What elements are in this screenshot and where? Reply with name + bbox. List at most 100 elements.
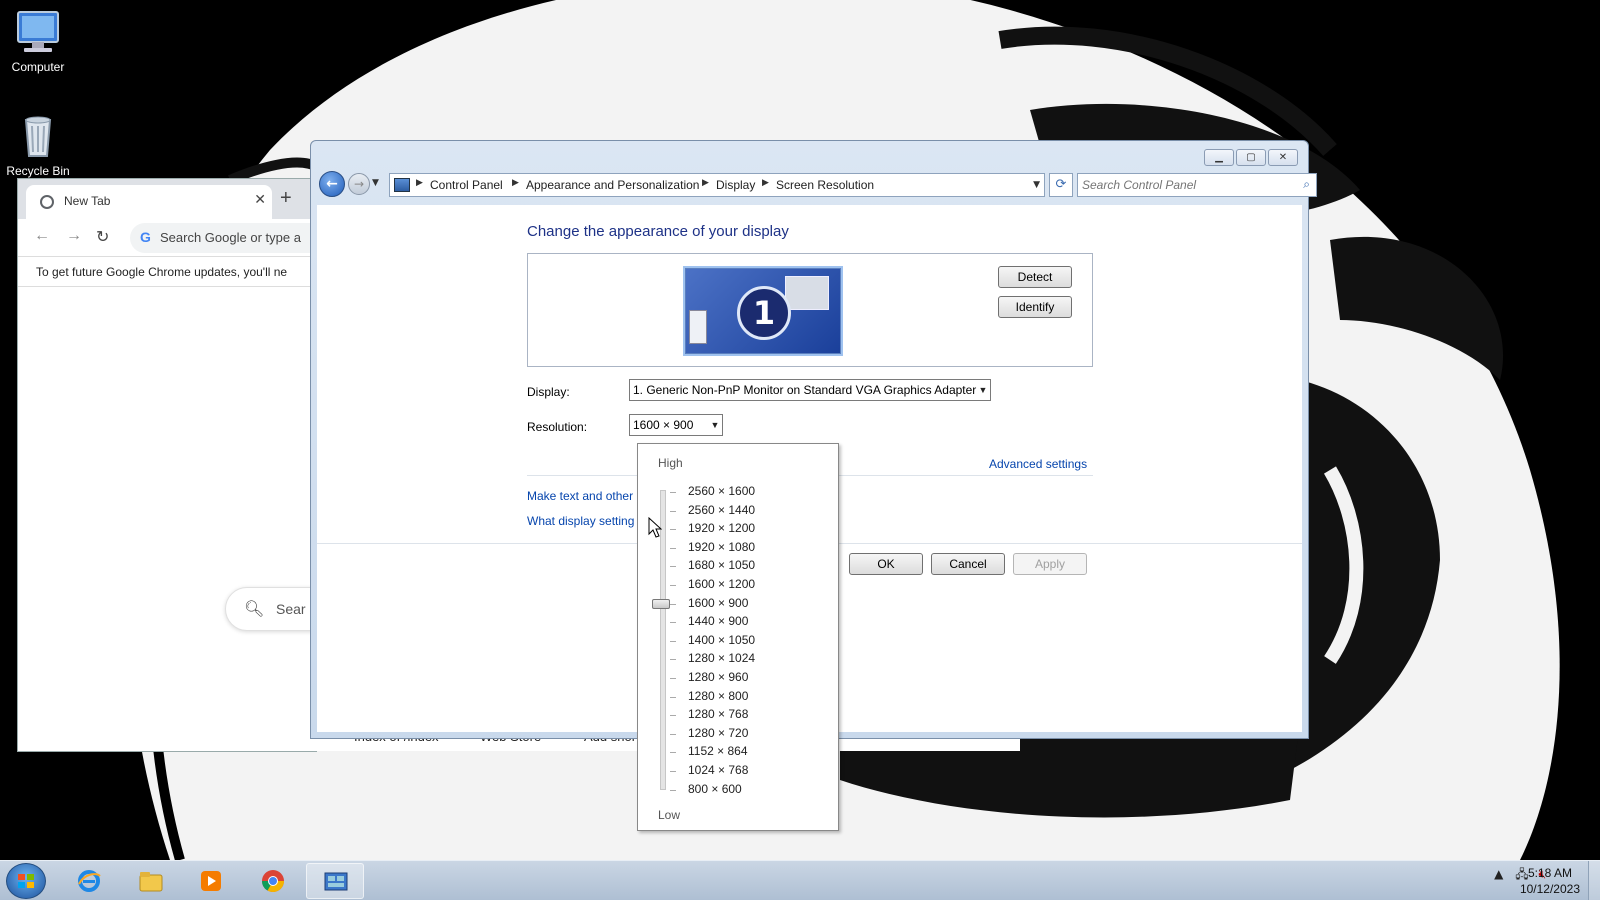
- control-panel-icon: [394, 178, 410, 192]
- cancel-button[interactable]: Cancel: [931, 553, 1005, 575]
- resolution-option[interactable]: 1920 × 1200: [688, 521, 755, 535]
- breadcrumb-screen-resolution[interactable]: Screen Resolution: [776, 178, 874, 192]
- resolution-option[interactable]: 1152 × 864: [688, 744, 748, 758]
- taskbar-clock[interactable]: 5:18 AM 10/12/2023: [1520, 865, 1580, 897]
- new-tab-button[interactable]: +: [280, 187, 292, 210]
- low-label: Low: [658, 808, 681, 822]
- chrome-toolbar: ← → ↻ G Search Google or type a: [18, 219, 316, 257]
- chrome-omnibox[interactable]: G Search Google or type a: [130, 223, 316, 253]
- resolution-option[interactable]: 1920 × 1080: [688, 540, 755, 554]
- slider-tick: [670, 789, 676, 791]
- computer-icon: [14, 8, 62, 56]
- desktop-icon-label: Recycle Bin: [6, 164, 70, 178]
- close-button[interactable]: ✕: [1268, 149, 1298, 166]
- address-history-dropdown-icon[interactable]: ▼: [1033, 180, 1040, 190]
- resolution-option[interactable]: 1024 × 768: [688, 763, 748, 777]
- slider-tick: [670, 566, 676, 568]
- resolution-select[interactable]: 1600 × 900 ▼: [629, 414, 723, 436]
- resolution-option[interactable]: 1600 × 900: [688, 596, 748, 610]
- show-desktop-button[interactable]: [1588, 861, 1600, 900]
- resolution-option[interactable]: 2560 × 1440: [688, 503, 755, 517]
- slider-tick: [670, 510, 676, 512]
- taskbar-media-player[interactable]: [182, 863, 240, 899]
- taskbar: ▲ 🖧 🔇︎ 5:18 AM 10/12/2023: [0, 860, 1600, 900]
- taskbar-windows-explorer[interactable]: [122, 863, 180, 899]
- breadcrumb-separator-icon[interactable]: ▶: [762, 178, 769, 188]
- display-select[interactable]: 1. Generic Non-PnP Monitor on Standard V…: [629, 379, 991, 401]
- text-size-link[interactable]: Make text and other: [527, 489, 633, 503]
- monitor-arrangement-panel: 1 Detect Identify: [527, 253, 1093, 367]
- chrome-tabstrip: New Tab ✕ +: [18, 179, 316, 219]
- search-input[interactable]: [1082, 177, 1282, 193]
- resolution-select-value: 1600 × 900: [633, 418, 694, 432]
- resolution-option[interactable]: 1280 × 768: [688, 707, 748, 721]
- desktop-icon-recycle-bin[interactable]: Recycle Bin: [0, 112, 76, 178]
- monitor-1-icon[interactable]: 1: [683, 266, 843, 356]
- slider-tick: [670, 640, 676, 642]
- display-settings-help-link[interactable]: What display setting: [527, 514, 634, 528]
- window-controls: ▁ ▢ ✕: [1204, 149, 1298, 166]
- chrome-tab-new-tab[interactable]: New Tab ✕: [26, 185, 272, 219]
- breadcrumb-display[interactable]: Display: [716, 178, 755, 192]
- taskbar-internet-explorer[interactable]: [60, 863, 118, 899]
- breadcrumb-separator-icon[interactable]: ▶: [702, 178, 709, 188]
- resolution-slider-thumb[interactable]: [652, 598, 670, 609]
- breadcrumb-separator-icon[interactable]: ▶: [512, 178, 519, 188]
- internet-explorer-icon: [78, 870, 101, 892]
- chrome-window[interactable]: New Tab ✕ + ← → ↻ G Search Google or typ…: [17, 178, 317, 752]
- control-panel-icon: [324, 872, 348, 891]
- resolution-option[interactable]: 1600 × 1200: [688, 577, 755, 591]
- ntp-search-box[interactable]: 🔍︎ Sear: [225, 587, 316, 631]
- media-player-icon: [201, 871, 221, 891]
- clock-time: 5:18 AM: [1527, 866, 1572, 880]
- back-arrow-icon[interactable]: ←: [34, 227, 50, 245]
- resolution-option[interactable]: 1400 × 1050: [688, 633, 755, 647]
- desktop-icon-computer[interactable]: Computer: [0, 8, 76, 74]
- identify-button[interactable]: Identify: [998, 296, 1072, 318]
- close-icon[interactable]: ✕: [254, 191, 266, 208]
- resolution-option[interactable]: 800 × 600: [688, 782, 742, 796]
- apply-button[interactable]: Apply: [1013, 553, 1087, 575]
- show-hidden-icons-icon[interactable]: ▲: [1494, 867, 1503, 881]
- resolution-option[interactable]: 1280 × 960: [688, 670, 748, 684]
- minimize-button[interactable]: ▁: [1204, 149, 1234, 166]
- display-label: Display:: [527, 385, 570, 399]
- resolution-option[interactable]: 1680 × 1050: [688, 558, 755, 572]
- chrome-tab-title: New Tab: [64, 194, 111, 208]
- resolution-option[interactable]: 1280 × 800: [688, 689, 748, 703]
- start-button[interactable]: [6, 863, 46, 899]
- search-control-panel[interactable]: ⌕: [1077, 173, 1317, 197]
- search-icon[interactable]: ⌕: [1303, 177, 1310, 192]
- breadcrumb-separator-icon[interactable]: ▶: [416, 178, 423, 188]
- breadcrumb-control-panel[interactable]: Control Panel: [430, 178, 503, 192]
- forward-button[interactable]: →: [348, 173, 370, 195]
- address-bar[interactable]: ▶ Control Panel ▶ Appearance and Persona…: [389, 173, 1045, 197]
- resolution-option[interactable]: 1280 × 1024: [688, 651, 755, 665]
- slider-tick: [670, 733, 676, 735]
- taskbar-control-panel[interactable]: [306, 863, 364, 899]
- windows-logo-icon: [18, 874, 34, 888]
- ntp-search-placeholder: Sear: [276, 601, 306, 617]
- maximize-button[interactable]: ▢: [1236, 149, 1266, 166]
- resolution-option[interactable]: 1280 × 720: [688, 726, 748, 740]
- reload-icon[interactable]: ↻: [96, 227, 109, 247]
- forward-arrow-icon[interactable]: →: [66, 227, 82, 245]
- resolution-option[interactable]: 1440 × 900: [688, 614, 748, 628]
- slider-tick: [670, 529, 676, 531]
- advanced-settings-link[interactable]: Advanced settings: [989, 457, 1087, 471]
- resolution-label: Resolution:: [527, 420, 588, 434]
- taskbar-chrome[interactable]: [244, 863, 302, 899]
- slider-tick: [670, 771, 676, 772]
- slider-tick: [670, 752, 676, 754]
- recent-pages-dropdown-icon[interactable]: ▼: [372, 178, 379, 188]
- slider-tick: [670, 659, 676, 661]
- display-select-value: 1. Generic Non-PnP Monitor on Standard V…: [633, 383, 977, 397]
- resolution-dropdown[interactable]: High 2560 × 1600 2560 × 1440 1920 × 1200 19…: [637, 443, 839, 831]
- back-button[interactable]: ←: [319, 171, 345, 197]
- ok-button[interactable]: OK: [849, 553, 923, 575]
- recycle-bin-icon: [14, 112, 62, 160]
- refresh-button[interactable]: ⟳: [1049, 173, 1073, 197]
- breadcrumb-appearance[interactable]: Appearance and Personalization: [526, 178, 699, 192]
- resolution-option[interactable]: 2560 × 1600: [688, 484, 755, 498]
- detect-button[interactable]: Detect: [998, 266, 1072, 288]
